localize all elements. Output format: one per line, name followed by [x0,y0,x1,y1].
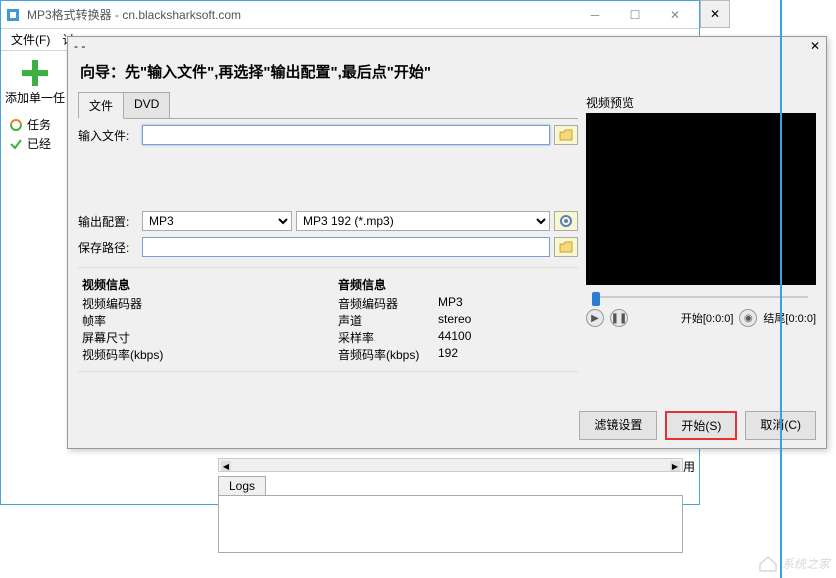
audio-bitrate-value: 192 [438,346,458,363]
input-file-field[interactable] [142,125,550,145]
mark-start-button[interactable]: ◉ [739,309,757,327]
add-task-button[interactable]: 添加单一任 [5,57,65,106]
watermark: 系统之家 [758,554,830,572]
ruler-vertical [780,0,782,578]
browse-input-button[interactable] [554,125,578,145]
window-title: MP3格式转换器 - cn.blacksharksoft.com [27,6,575,23]
video-bitrate-label: 视频码率(kbps) [82,346,182,363]
save-path-label: 保存路径: [78,239,138,256]
source-tabs: 文件 DVD [78,92,578,119]
filter-settings-button[interactable]: 滤镜设置 [579,411,657,440]
video-info: 视频信息 视频编码器 帧率 屏幕尺寸 视频码率(kbps) [82,276,318,363]
scroll-right-icon[interactable]: ▶ [670,461,680,471]
tab-dvd[interactable]: DVD [123,92,170,118]
logs-extra-text: 用 [683,458,695,475]
minimize-button[interactable]: ─ [575,3,615,27]
audio-bitrate-label: 音频码率(kbps) [338,346,438,363]
dialog-left-panel: 文件 DVD 输入文件: 输出配置: MP3 MP3 192 (*.mp3) [78,92,578,372]
dialog-titlebar-text: - - [74,39,85,53]
input-file-label: 输入文件: [78,127,138,144]
start-button[interactable]: 开始(S) [665,411,737,440]
output-config-label: 输出配置: [78,213,138,230]
browse-save-button[interactable] [554,237,578,257]
pause-button[interactable]: ❚❚ [610,309,628,327]
dialog-heading: 向导：先"输入文件",再选择"输出配置",最后点"开始" [68,55,826,92]
add-task-label: 添加单一任 [5,89,65,106]
preset-select[interactable]: MP3 192 (*.mp3) [296,211,550,231]
tree-item-label: 任务 [27,116,51,133]
audio-channel-label: 声道 [338,312,438,329]
video-size-label: 屏幕尺寸 [82,329,182,346]
audio-channel-value: stereo [438,312,471,329]
config-button[interactable] [554,211,578,231]
slider-thumb[interactable] [592,292,600,306]
folder-icon [559,241,573,253]
refresh-icon [9,118,23,132]
info-panel: 视频信息 视频编码器 帧率 屏幕尺寸 视频码率(kbps) 音频信息 音频编码器… [78,267,578,372]
app-icon [5,7,21,23]
folder-icon [559,129,573,141]
video-codec-label: 视频编码器 [82,295,182,312]
audio-codec-value: MP3 [438,295,463,312]
check-icon [9,137,23,151]
video-info-title: 视频信息 [82,276,318,293]
audio-sample-label: 采样率 [338,329,438,346]
house-icon [758,554,778,572]
audio-info: 音频信息 音频编码器MP3 声道stereo 采样率44100 音频码率(kbp… [338,276,574,363]
logs-output [218,495,683,553]
end-time-label: 结尾[0:0:0] [763,310,816,326]
logs-tab[interactable]: Logs [218,476,266,495]
scroll-left-icon[interactable]: ◀ [221,461,231,471]
background-tab-close[interactable]: ✕ [700,0,730,28]
dialog-close-button[interactable]: ✕ [810,39,820,53]
maximize-button[interactable]: ☐ [615,3,655,27]
tab-file[interactable]: 文件 [78,92,124,119]
menu-file[interactable]: 文件(F) [5,29,56,50]
save-path-field[interactable] [142,237,550,257]
audio-sample-value: 44100 [438,329,471,346]
audio-codec-label: 音频编码器 [338,295,438,312]
dialog-titlebar: - - ✕ [68,37,826,55]
plus-icon [19,57,51,89]
video-fps-label: 帧率 [82,312,182,329]
play-button[interactable]: ▶ [586,309,604,327]
logs-panel: ◀ ▶ 用 Logs [218,458,683,553]
wizard-dialog: - - ✕ 向导：先"输入文件",再选择"输出配置",最后点"开始" 文件 DV… [67,36,827,449]
main-titlebar: MP3格式转换器 - cn.blacksharksoft.com ─ ☐ ✕ [1,1,699,29]
start-time-label: 开始[0:0:0] [681,310,734,326]
format-select[interactable]: MP3 [142,211,292,231]
audio-info-title: 音频信息 [338,276,574,293]
tree-item-label: 已经 [27,135,51,152]
slider-track [594,296,808,298]
close-button[interactable]: ✕ [655,3,695,27]
gear-icon [559,214,573,228]
logs-scrollbar[interactable]: ◀ ▶ [218,458,683,472]
